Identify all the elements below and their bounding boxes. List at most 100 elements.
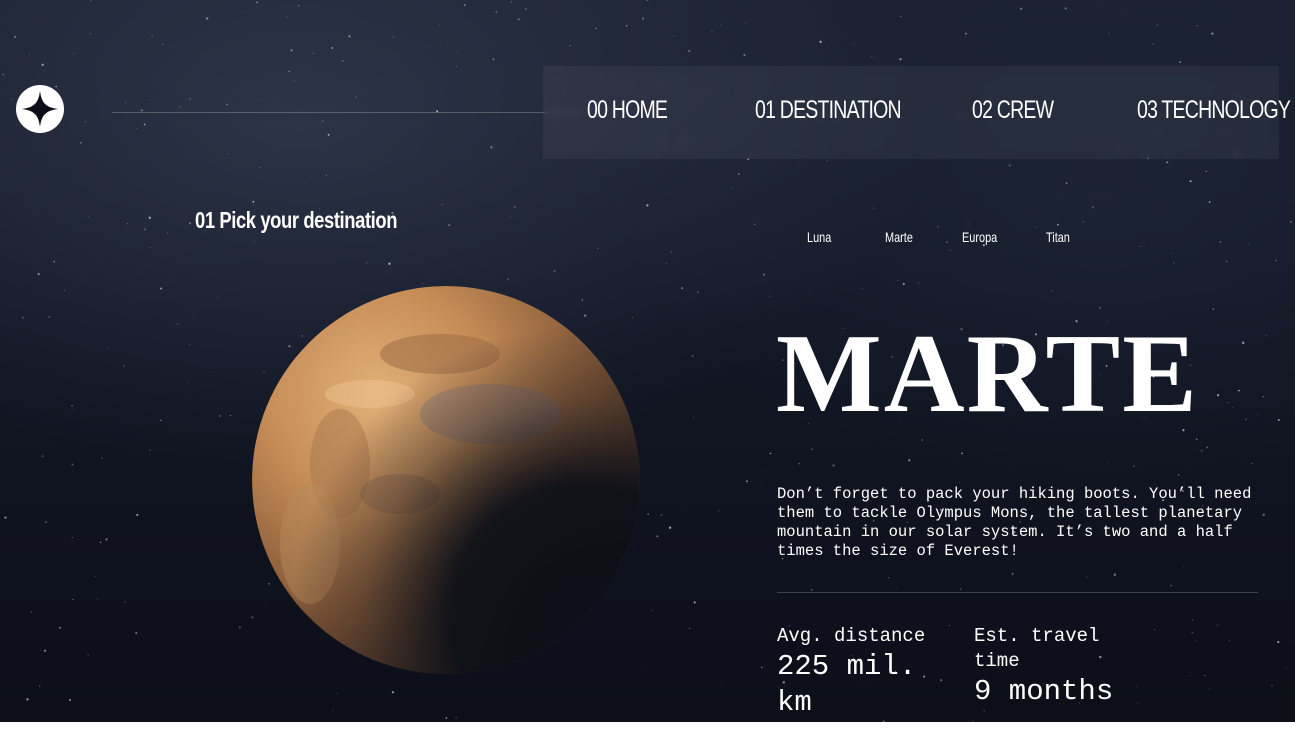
star — [293, 79, 296, 82]
star — [1242, 341, 1245, 344]
star — [670, 251, 673, 253]
star — [85, 121, 86, 123]
star — [73, 408, 75, 410]
star — [1191, 631, 1194, 634]
star — [189, 98, 191, 100]
star — [26, 698, 29, 701]
star — [206, 17, 209, 20]
star — [286, 15, 289, 18]
star — [14, 35, 16, 38]
star — [341, 60, 344, 62]
star — [819, 40, 822, 44]
star — [187, 382, 189, 384]
star — [123, 600, 127, 604]
star — [166, 232, 169, 234]
star — [438, 24, 440, 26]
planet-name: MARTE — [776, 312, 1199, 436]
star — [644, 664, 645, 665]
star — [10, 98, 13, 101]
stat-value: 9 months — [974, 675, 1114, 708]
star — [720, 23, 722, 25]
star — [651, 609, 653, 611]
star — [1277, 641, 1280, 644]
star — [961, 452, 963, 455]
star — [97, 598, 99, 600]
star — [620, 22, 622, 24]
star — [148, 216, 151, 219]
star — [1171, 252, 1173, 255]
star — [1217, 394, 1220, 397]
star — [1108, 461, 1110, 463]
star — [176, 323, 179, 326]
star — [1208, 201, 1211, 203]
star — [1275, 259, 1277, 262]
star — [21, 316, 24, 319]
star — [853, 42, 855, 44]
star — [681, 287, 684, 290]
star — [1228, 640, 1231, 642]
star — [597, 247, 599, 249]
star — [647, 513, 649, 515]
planet-description: Don’t forget to pack your hiking boots. … — [777, 485, 1252, 560]
star — [1140, 246, 1141, 247]
star — [921, 439, 923, 441]
star — [74, 52, 76, 54]
star — [41, 455, 44, 458]
nav-destination[interactable]: 01 DESTINATION — [755, 96, 902, 125]
star — [105, 538, 108, 541]
star — [44, 649, 47, 652]
star — [1211, 32, 1214, 35]
star — [1262, 513, 1265, 516]
star — [569, 45, 571, 47]
star — [832, 464, 835, 467]
star — [456, 65, 458, 67]
star — [89, 33, 91, 35]
star — [769, 452, 772, 455]
star — [151, 35, 153, 37]
star — [673, 35, 675, 37]
star — [917, 282, 920, 284]
tab-titan[interactable]: Titan — [1046, 229, 1070, 245]
star — [258, 99, 260, 101]
star — [1276, 213, 1277, 215]
star — [902, 282, 905, 286]
star — [71, 404, 73, 407]
star — [896, 279, 899, 282]
star — [1285, 667, 1287, 669]
star — [124, 101, 127, 104]
star — [495, 11, 497, 13]
header-divider — [112, 112, 582, 113]
star — [39, 685, 41, 687]
star — [888, 577, 890, 579]
star — [665, 262, 668, 265]
star — [144, 228, 146, 231]
star — [57, 262, 59, 264]
star — [1257, 414, 1259, 416]
nav-crew[interactable]: 02 CREW — [972, 96, 1054, 125]
star — [1051, 289, 1053, 292]
star — [492, 58, 495, 61]
star — [1156, 24, 1159, 26]
tab-europa[interactable]: Europa — [962, 229, 997, 245]
star — [45, 521, 48, 524]
tab-marte[interactable]: Marte — [885, 229, 913, 245]
star — [1152, 43, 1154, 45]
star — [1020, 7, 1023, 10]
star — [99, 541, 102, 544]
star — [331, 46, 334, 50]
nav-home[interactable]: 00 HOME — [587, 96, 668, 125]
star — [960, 588, 962, 590]
logo[interactable] — [16, 85, 64, 133]
star — [37, 272, 40, 276]
star — [744, 22, 747, 24]
star — [95, 575, 97, 577]
page-title: 01 Pick your destination — [195, 207, 398, 233]
star — [958, 481, 960, 483]
star — [219, 414, 222, 418]
star — [1173, 262, 1175, 264]
tab-luna[interactable]: Luna — [807, 229, 831, 245]
stat-avg-distance: Avg. distance 225 mil. km — [777, 624, 957, 721]
star — [908, 459, 911, 462]
nav-technology[interactable]: 03 TECHNOLOGY — [1137, 96, 1291, 125]
destination-page: 00 HOME 01 DESTINATION 02 CREW 03 TECHNO… — [0, 0, 1295, 722]
